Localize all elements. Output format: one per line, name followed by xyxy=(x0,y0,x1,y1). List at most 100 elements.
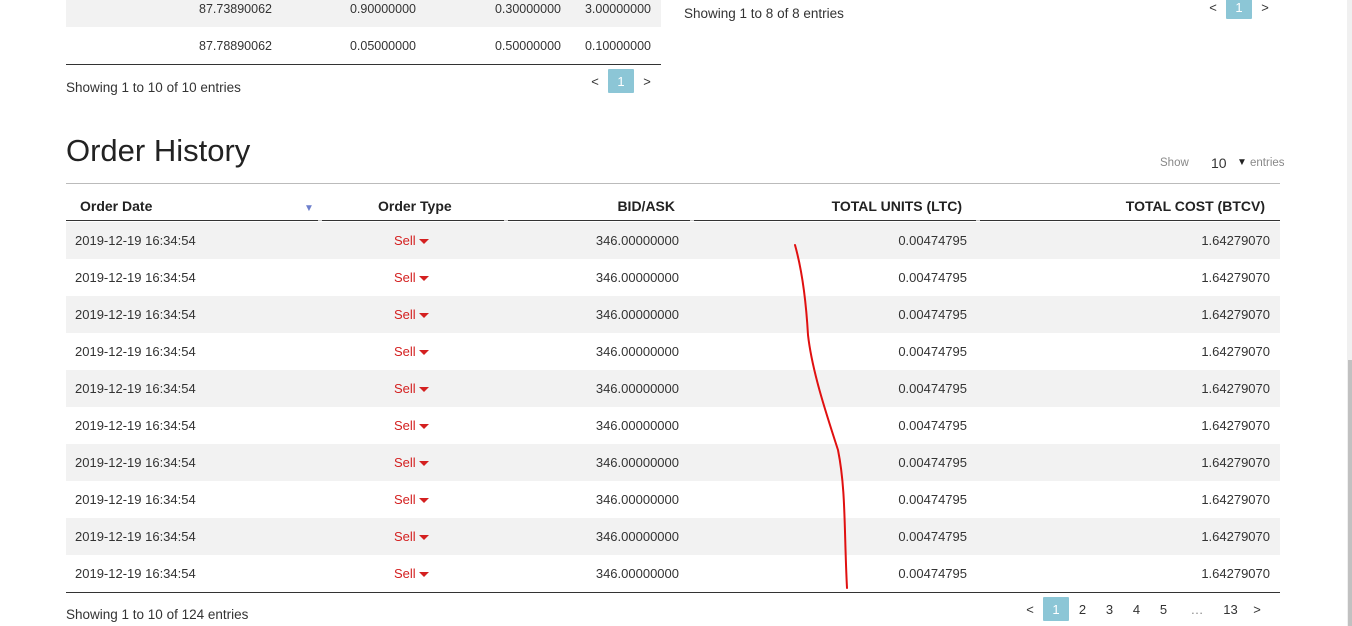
cell-order-type[interactable]: Sell xyxy=(394,481,429,518)
cell-total-units: 0.00474795 xyxy=(898,418,967,433)
cell-bid-ask: 346.00000000 xyxy=(595,566,679,581)
top-table-cell: 0.90000000 xyxy=(349,1,416,16)
pagination-next[interactable]: > xyxy=(1252,0,1278,19)
cell-total-units: 0.00474795 xyxy=(898,455,967,470)
pagination-page-1[interactable]: 1 xyxy=(1043,597,1069,621)
table-row: 2019-12-19 16:34:54 Sell 346.00000000 0.004… xyxy=(66,370,1280,407)
top-table-cell: 3.00000000 xyxy=(584,1,651,16)
cell-bid-ask: 346.00000000 xyxy=(595,233,679,248)
cell-order-date: 2019-12-19 16:34:54 xyxy=(75,270,196,285)
top-left-pagination: < 1 > xyxy=(582,69,660,93)
column-header-total-units[interactable]: TOTAL UNITS (LTC) xyxy=(832,190,962,221)
column-header-label: Order Type xyxy=(378,197,452,214)
table-top-rule xyxy=(66,183,1280,184)
cell-total-cost: 1.64279070 xyxy=(1201,307,1270,322)
order-history-table-info: Showing 1 to 10 of 124 entries xyxy=(66,607,249,622)
cell-order-date: 2019-12-19 16:34:54 xyxy=(75,455,196,470)
cell-total-units: 0.00474795 xyxy=(898,381,967,396)
pagination-prev[interactable]: < xyxy=(1017,597,1043,621)
header-divider xyxy=(322,220,504,221)
column-header-label: BID/ASK xyxy=(617,197,675,214)
table-row: 2019-12-19 16:34:54 Sell 346.00000000 0.004… xyxy=(66,444,1280,481)
chevron-down-icon[interactable]: ▼ xyxy=(1237,157,1247,168)
cell-bid-ask: 346.00000000 xyxy=(595,455,679,470)
order-history-title: Order History xyxy=(66,133,251,168)
table-row: 2019-12-19 16:34:54 Sell 346.00000000 0.004… xyxy=(66,518,1280,555)
column-header-total-cost[interactable]: TOTAL COST (BTCV) xyxy=(1126,190,1265,221)
cell-order-date: 2019-12-19 16:34:54 xyxy=(75,344,196,359)
cell-order-type[interactable]: Sell xyxy=(394,222,429,259)
cell-total-units: 0.00474795 xyxy=(898,344,967,359)
cell-total-cost: 1.64279070 xyxy=(1201,233,1270,248)
pagination-page-13[interactable]: 13 xyxy=(1217,597,1244,621)
sort-desc-icon[interactable]: ▼ xyxy=(304,203,314,214)
cell-total-units: 0.00474795 xyxy=(898,270,967,285)
cell-order-type[interactable]: Sell xyxy=(394,518,429,555)
cell-order-type[interactable]: Sell xyxy=(394,444,429,481)
cell-order-type[interactable]: Sell xyxy=(394,407,429,444)
cell-order-type[interactable]: Sell xyxy=(394,296,429,333)
top-table-cell: 87.73890062 xyxy=(199,1,272,16)
pagination-prev[interactable]: < xyxy=(1200,0,1226,19)
column-header-label: TOTAL UNITS (LTC) xyxy=(831,197,962,214)
caret-down-icon xyxy=(418,276,429,281)
cell-total-cost: 1.64279070 xyxy=(1201,418,1270,433)
caret-down-icon xyxy=(418,498,429,503)
cell-order-type[interactable]: Sell xyxy=(394,333,429,370)
pagination-page-3[interactable]: 3 xyxy=(1096,597,1123,621)
caret-down-icon xyxy=(418,313,429,318)
cell-order-type[interactable]: Sell xyxy=(394,370,429,407)
annotation-stroke xyxy=(794,244,848,589)
pagination-next[interactable]: > xyxy=(634,69,660,93)
cell-total-cost: 1.64279070 xyxy=(1201,381,1270,396)
cell-bid-ask: 346.00000000 xyxy=(595,270,679,285)
top-table-cell: 0.10000000 xyxy=(584,38,651,53)
column-header-bid-ask[interactable]: BID/ASK xyxy=(617,190,675,221)
sell-label: Sell xyxy=(394,307,416,322)
table-row: 2019-12-19 16:34:54 Sell 346.00000000 0.004… xyxy=(66,555,1280,592)
header-divider xyxy=(694,220,976,221)
cell-order-type[interactable]: Sell xyxy=(394,555,429,592)
table-row: 2019-12-19 16:34:54 Sell 346.00000000 0.004… xyxy=(66,333,1280,370)
cell-total-cost: 1.64279070 xyxy=(1201,529,1270,544)
cell-total-units: 0.00474795 xyxy=(898,566,967,581)
length-label-entries: entries xyxy=(1250,157,1285,169)
pagination-next[interactable]: > xyxy=(1244,597,1270,621)
caret-down-icon xyxy=(418,350,429,355)
top-table-cell: 0.05000000 xyxy=(349,38,416,53)
table-row: 2019-12-19 16:34:54 Sell 346.00000000 0.004… xyxy=(66,222,1280,259)
cell-order-date: 2019-12-19 16:34:54 xyxy=(75,233,196,248)
pagination-prev[interactable]: < xyxy=(582,69,608,93)
length-select[interactable]: 10 xyxy=(1211,155,1227,171)
length-label-show: Show xyxy=(1160,157,1189,169)
pagination-page-current[interactable]: 1 xyxy=(608,69,634,93)
pagination-page-4[interactable]: 4 xyxy=(1123,597,1150,621)
table-header: Order Date ▼ Order Type BID/ASK TOTAL UN… xyxy=(66,190,1280,221)
table-row: 2019-12-19 16:34:54 Sell 346.00000000 0.004… xyxy=(66,259,1280,296)
caret-down-icon xyxy=(418,239,429,244)
top-left-table-info: Showing 1 to 10 of 10 entries xyxy=(66,80,241,95)
sell-label: Sell xyxy=(394,344,416,359)
sell-label: Sell xyxy=(394,418,416,433)
column-header-order-date[interactable]: Order Date xyxy=(80,190,316,221)
order-history-pagination: < 1 2 3 4 5 … 13 > xyxy=(1017,597,1270,621)
cell-total-cost: 1.64279070 xyxy=(1201,270,1270,285)
pagination-page-2[interactable]: 2 xyxy=(1069,597,1096,621)
cell-order-type[interactable]: Sell xyxy=(394,259,429,296)
table-row: 2019-12-19 16:34:54 Sell 346.00000000 0.004… xyxy=(66,296,1280,333)
cell-order-date: 2019-12-19 16:34:54 xyxy=(75,381,196,396)
caret-down-icon xyxy=(418,461,429,466)
cell-total-cost: 1.64279070 xyxy=(1201,344,1270,359)
page-scrollbar-thumb[interactable] xyxy=(1348,360,1352,626)
caret-down-icon xyxy=(418,424,429,429)
sell-label: Sell xyxy=(394,566,416,581)
caret-down-icon xyxy=(418,387,429,392)
pagination-page-5[interactable]: 5 xyxy=(1150,597,1177,621)
column-header-label: TOTAL COST (BTCV) xyxy=(1125,197,1265,214)
cell-total-units: 0.00474795 xyxy=(898,529,967,544)
top-right-pagination: < 1 > xyxy=(1200,0,1278,19)
top-table-cell: 0.30000000 xyxy=(494,1,561,16)
table-row: 2019-12-19 16:34:54 Sell 346.00000000 0.004… xyxy=(66,481,1280,518)
pagination-page-current[interactable]: 1 xyxy=(1226,0,1252,19)
column-header-order-type[interactable]: Order Type xyxy=(378,190,452,221)
